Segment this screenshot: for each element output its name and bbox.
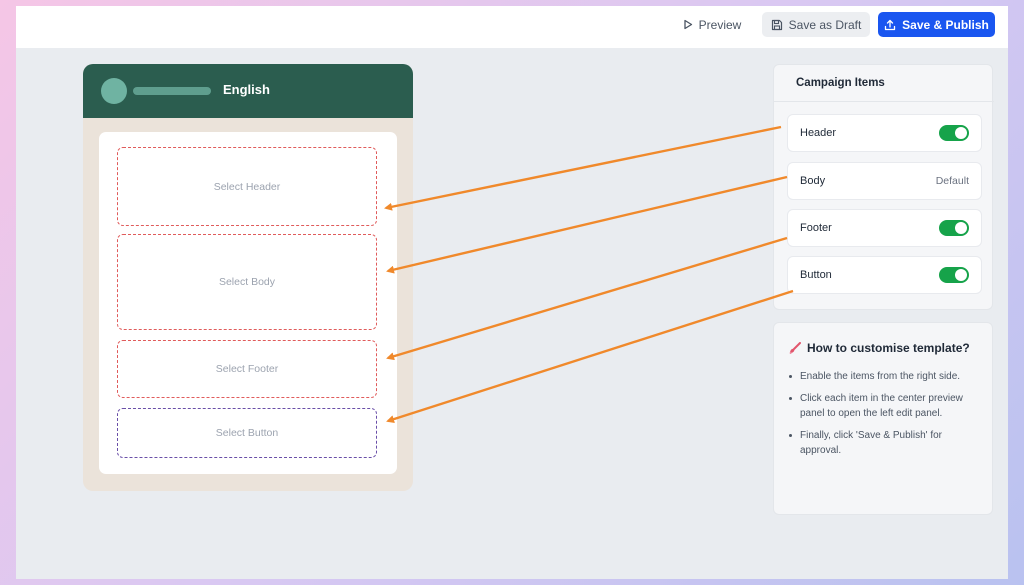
campaign-item-button[interactable]: Button: [787, 256, 982, 294]
help-step: Enable the items from the right side.: [789, 369, 978, 385]
arrow-body: [386, 175, 788, 274]
campaign-item-footer[interactable]: Footer: [787, 209, 982, 247]
select-button-slot[interactable]: Select Button: [117, 408, 377, 458]
arrow-header: [384, 125, 782, 211]
item-label: Button: [800, 269, 832, 281]
save-draft-label: Save as Draft: [788, 17, 862, 32]
app-window: Preview Save as Draft Save & Publish Eng…: [16, 6, 1008, 579]
campaign-item-body[interactable]: Body Default: [787, 162, 982, 200]
play-outline-icon: [684, 19, 692, 30]
message-preview-phone: English Select Header Select Body Select…: [83, 64, 413, 491]
preview-button[interactable]: Preview: [676, 12, 748, 37]
top-toolbar: Preview Save as Draft Save & Publish: [16, 6, 1008, 48]
save-draft-button[interactable]: Save as Draft: [762, 12, 870, 37]
select-header-slot[interactable]: Select Header: [117, 147, 377, 226]
upload-icon: [884, 19, 896, 30]
divider: [774, 101, 994, 102]
save-publish-button[interactable]: Save & Publish: [878, 12, 995, 37]
select-footer-slot[interactable]: Select Footer: [117, 340, 377, 398]
select-body-slot[interactable]: Select Body: [117, 234, 377, 330]
item-label: Body: [800, 175, 826, 187]
avatar: [101, 78, 127, 104]
item-label: Header: [800, 127, 837, 139]
save-publish-label: Save & Publish: [902, 17, 989, 32]
body-value: Default: [935, 175, 969, 187]
arrow-footer: [386, 236, 788, 361]
contact-name-placeholder: [133, 87, 211, 95]
language-label: English: [223, 82, 270, 97]
help-step: Click each item in the center preview pa…: [789, 391, 978, 422]
preview-label: Preview: [698, 17, 742, 32]
campaign-items-panel: Campaign Items Header Body Default Foote…: [773, 64, 994, 310]
help-title-text: How to customise template?: [807, 341, 970, 355]
message-card: Select Header Select Body Select Footer …: [99, 132, 397, 474]
help-title: How to customise template?: [788, 341, 970, 355]
campaign-item-header[interactable]: Header: [787, 114, 982, 152]
footer-toggle[interactable]: [939, 220, 969, 236]
header-toggle[interactable]: [939, 125, 969, 141]
brush-icon: [789, 341, 801, 354]
help-panel: How to customise template? Enable the it…: [773, 322, 993, 515]
arrow-button: [386, 289, 794, 423]
campaign-items-title: Campaign Items: [796, 77, 885, 89]
help-steps-list: Enable the items from the right side. Cl…: [789, 369, 978, 465]
button-toggle[interactable]: [939, 267, 969, 283]
item-label: Footer: [800, 222, 832, 234]
chat-header: English: [83, 64, 413, 118]
help-step: Finally, click 'Save & Publish' for appr…: [789, 428, 978, 459]
floppy-disk-icon: [771, 19, 782, 30]
